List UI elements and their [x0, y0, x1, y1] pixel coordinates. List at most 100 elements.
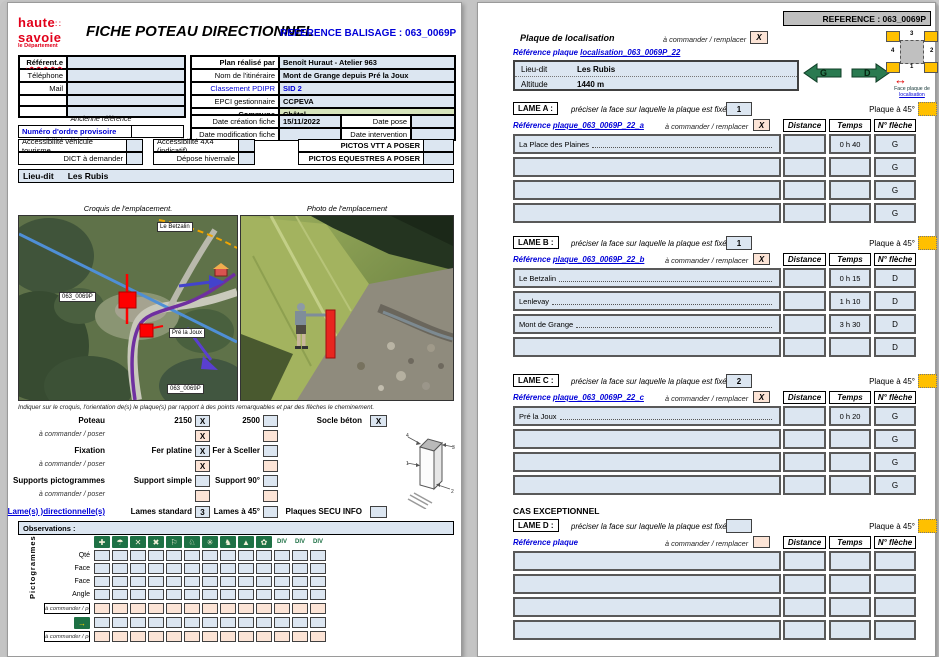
fleche-cell[interactable] — [874, 620, 916, 640]
picto-cell[interactable] — [292, 617, 308, 628]
picto-cell[interactable] — [148, 563, 164, 574]
fleche-cell[interactable]: G — [874, 134, 916, 154]
fleche-cell[interactable]: G — [874, 203, 916, 223]
picto-cell[interactable] — [94, 563, 110, 574]
picto-cell[interactable] — [166, 563, 182, 574]
lame-b-face-box[interactable]: 1 — [726, 236, 752, 250]
picto-cell[interactable] — [220, 631, 236, 642]
fleche-cell[interactable]: G — [874, 452, 916, 472]
picto-cell[interactable] — [166, 576, 182, 587]
picto-cell[interactable] — [220, 576, 236, 587]
picto-cell[interactable] — [94, 576, 110, 587]
picto-cell[interactable] — [184, 589, 200, 600]
picto-cell[interactable] — [310, 576, 326, 587]
pictos-vtt-box[interactable] — [423, 140, 453, 151]
picto-cell[interactable] — [130, 589, 146, 600]
temps-cell[interactable] — [829, 551, 871, 571]
distance-cell[interactable] — [783, 551, 826, 571]
commander-box-2b[interactable] — [263, 460, 278, 472]
distance-cell[interactable] — [783, 597, 826, 617]
picto-cell[interactable] — [112, 617, 128, 628]
temps-cell[interactable] — [829, 452, 871, 472]
distance-cell[interactable] — [783, 475, 826, 495]
picto-cell[interactable] — [202, 550, 218, 561]
picto-cell[interactable] — [148, 603, 164, 614]
picto-cell[interactable] — [166, 631, 182, 642]
support-simple-box[interactable] — [195, 475, 210, 487]
telephone-field[interactable] — [67, 69, 185, 82]
picto-cell[interactable] — [202, 576, 218, 587]
picto-cell[interactable] — [256, 563, 272, 574]
fleche-cell[interactable]: G — [874, 475, 916, 495]
picto-cell[interactable] — [94, 550, 110, 561]
distance-cell[interactable] — [783, 203, 826, 223]
pictos-equestres-box[interactable] — [423, 153, 453, 164]
empty-field[interactable] — [67, 95, 185, 106]
lame-d-plaque45-box[interactable] — [918, 519, 937, 533]
picto-cell[interactable] — [184, 631, 200, 642]
fleche-cell[interactable]: D — [874, 314, 916, 334]
picto-cell[interactable] — [220, 550, 236, 561]
date-creation-value[interactable]: 15/11/2022 — [279, 115, 341, 128]
distance-cell[interactable] — [783, 406, 826, 426]
picto-cell[interactable] — [238, 603, 254, 614]
support-90-box[interactable] — [263, 475, 278, 487]
destination-cell[interactable]: Lenlevay — [513, 291, 781, 311]
lames-standard-box[interactable]: 3 — [195, 506, 210, 518]
fleche-cell[interactable]: D — [874, 291, 916, 311]
temps-cell[interactable]: 0 h 20 — [829, 406, 871, 426]
plan-value[interactable]: Benoît Huraut - Atelier 963 — [279, 56, 455, 69]
lames-45-box[interactable] — [263, 506, 278, 518]
loc-altitude-value[interactable]: 1440 m — [577, 80, 604, 89]
croquis-map-image[interactable]: Le Betzalin 063_0069P Pré la Joux 063_00… — [18, 215, 238, 401]
picto-cell[interactable] — [130, 550, 146, 561]
destination-cell[interactable] — [513, 475, 781, 495]
picto-cell[interactable] — [202, 563, 218, 574]
picto-cell[interactable] — [256, 617, 272, 628]
picto-cell[interactable] — [274, 550, 290, 561]
picto-cell[interactable] — [148, 589, 164, 600]
temps-cell[interactable] — [829, 203, 871, 223]
temps-cell[interactable]: 1 h 10 — [829, 291, 871, 311]
picto-cell[interactable] — [184, 576, 200, 587]
referent-field[interactable] — [67, 56, 185, 69]
picto-cell[interactable] — [166, 589, 182, 600]
picto-cell[interactable] — [220, 603, 236, 614]
picto-cell[interactable] — [94, 603, 110, 614]
commander-box-1b[interactable] — [263, 430, 278, 442]
destination-cell[interactable] — [513, 574, 781, 594]
lame-d-commander-checkbox[interactable] — [753, 536, 770, 548]
destination-cell[interactable] — [513, 597, 781, 617]
picto-cell[interactable] — [274, 631, 290, 642]
temps-cell[interactable]: 0 h 15 — [829, 268, 871, 288]
picto-cell[interactable] — [112, 603, 128, 614]
picto-cell[interactable] — [238, 617, 254, 628]
picto-cell[interactable] — [166, 603, 182, 614]
epci-value[interactable]: CCPEVA — [279, 95, 455, 108]
temps-cell[interactable] — [829, 337, 871, 357]
picto-cell[interactable] — [220, 563, 236, 574]
fleche-cell[interactable]: G — [874, 180, 916, 200]
commander-box-3a[interactable] — [195, 490, 210, 502]
picto-cell[interactable] — [166, 550, 182, 561]
picto-cell[interactable] — [184, 550, 200, 561]
picto-cell[interactable] — [238, 563, 254, 574]
picto-cell[interactable] — [274, 589, 290, 600]
picto-cell[interactable] — [130, 617, 146, 628]
destination-cell[interactable] — [513, 337, 781, 357]
destination-cell[interactable] — [513, 452, 781, 472]
fer-platine-box[interactable]: X — [195, 445, 210, 457]
itineraire-value[interactable]: Mont de Grange depuis Pré la Joux — [279, 69, 455, 82]
picto-cell[interactable] — [184, 603, 200, 614]
picto-cell[interactable] — [238, 550, 254, 561]
picto-cell[interactable] — [238, 631, 254, 642]
distance-cell[interactable] — [783, 157, 826, 177]
fleche-cell[interactable]: D — [874, 337, 916, 357]
picto-cell[interactable] — [148, 550, 164, 561]
picto-cell[interactable] — [202, 603, 218, 614]
poteau-2150-box[interactable]: X — [195, 415, 210, 427]
fleche-cell[interactable]: G — [874, 429, 916, 449]
picto-cell[interactable] — [130, 631, 146, 642]
picto-cell[interactable] — [292, 631, 308, 642]
picto-cell[interactable] — [130, 576, 146, 587]
